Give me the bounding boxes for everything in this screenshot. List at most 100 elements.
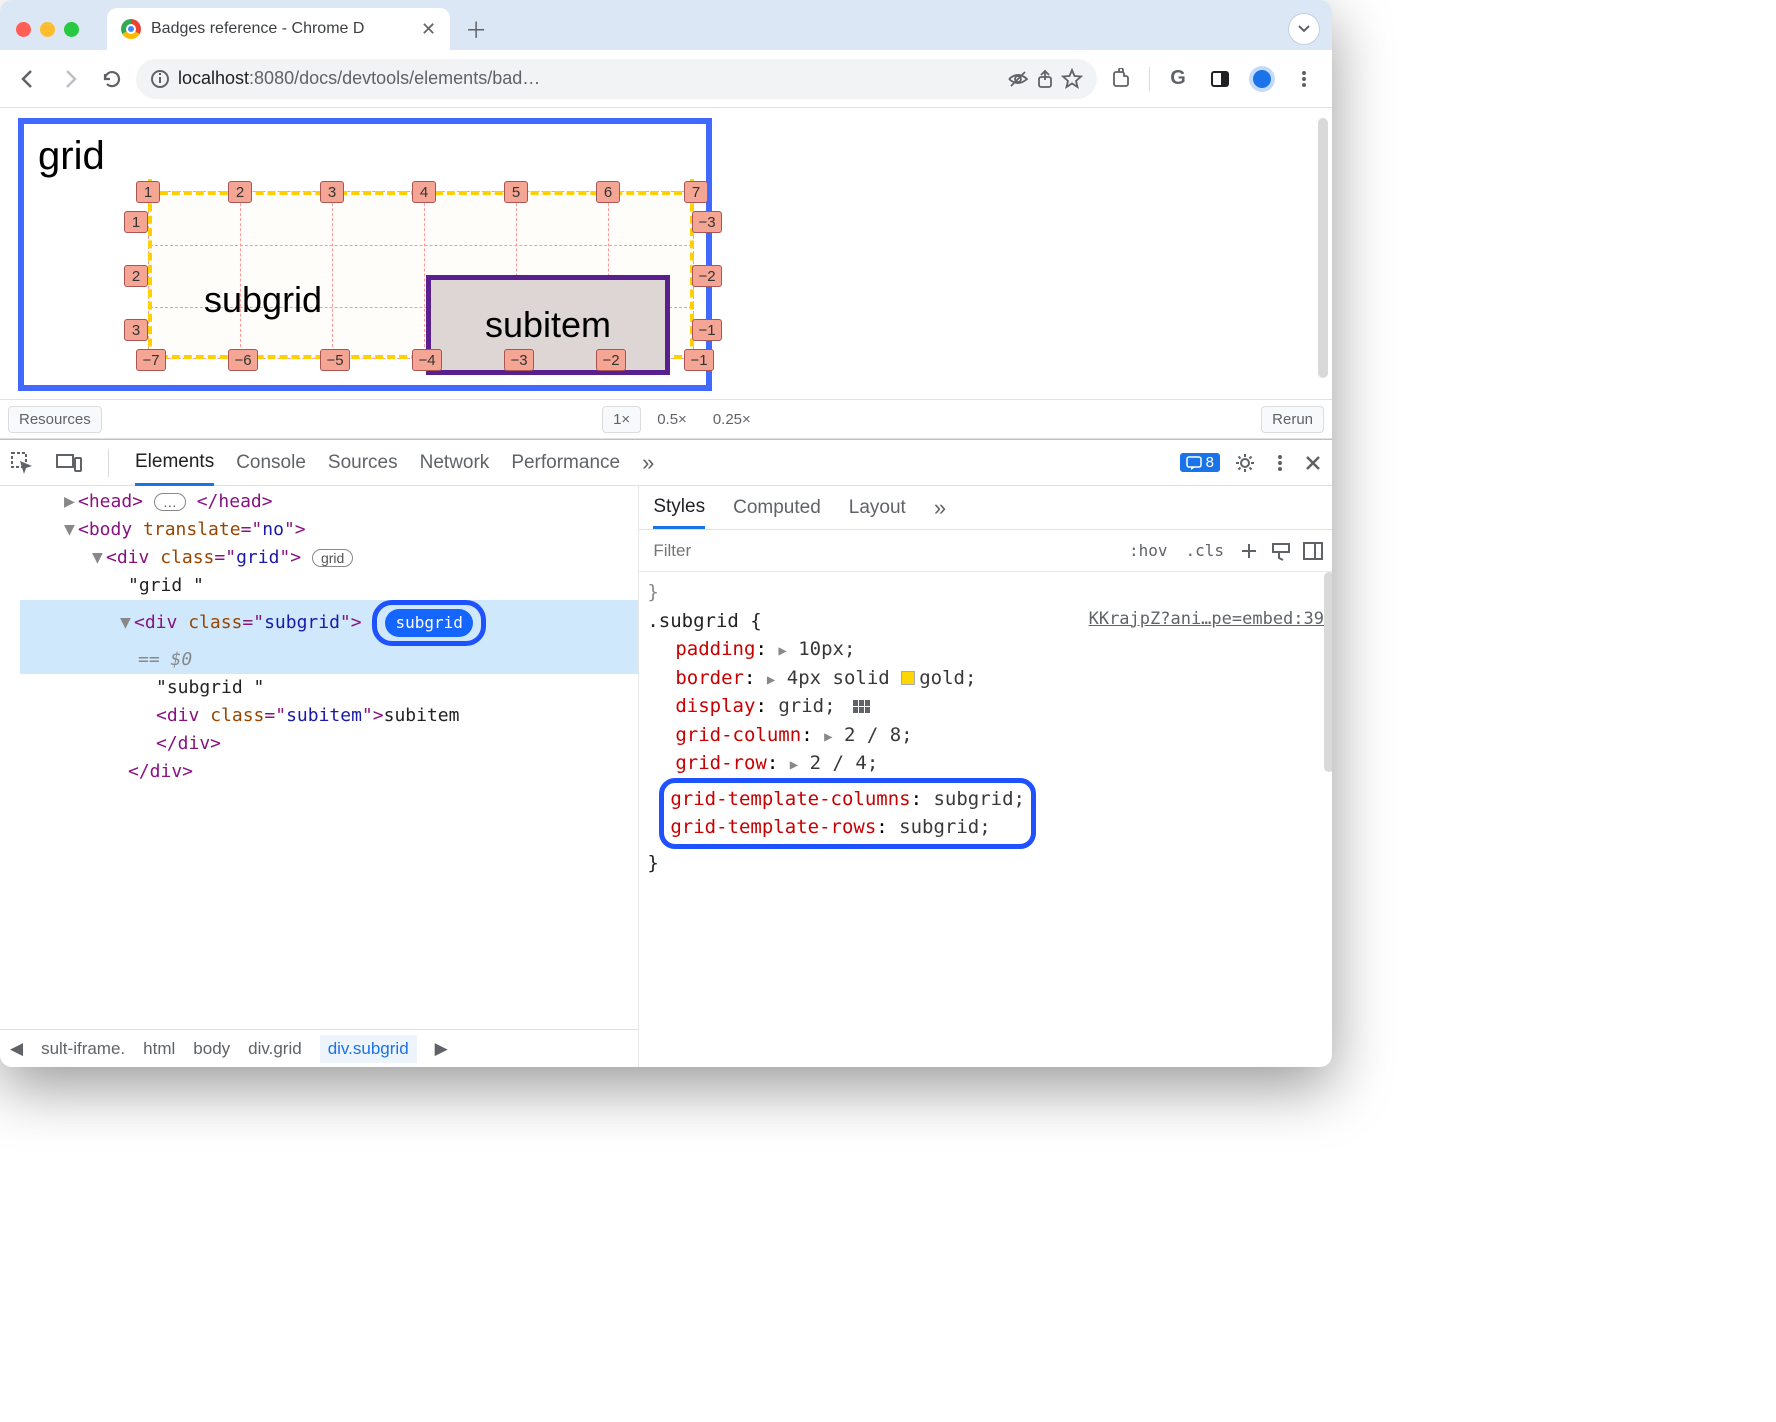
gridline-num: −3 [692,211,722,233]
gridline-num: 1 [136,181,160,203]
gridline-num: 2 [228,181,252,203]
tab-elements[interactable]: Elements [135,451,214,486]
gridline-num: −3 [504,349,534,371]
tab-computed[interactable]: Computed [733,497,821,519]
gridline-num: 3 [124,319,148,341]
tab-console[interactable]: Console [236,452,306,474]
crumb-item[interactable]: html [143,1039,175,1059]
maximize-window[interactable] [64,22,79,37]
extensions-button[interactable] [1103,61,1139,97]
crumb-next[interactable]: ▶ [435,1039,448,1059]
rerun-button[interactable]: Rerun [1261,406,1324,433]
tab-sources[interactable]: Sources [328,452,398,474]
reload-button[interactable] [94,61,130,97]
info-icon [150,69,170,89]
close-window[interactable] [16,22,31,37]
resources-button[interactable]: Resources [8,406,102,433]
css-rule[interactable]: } .subgrid {KKrajpZ?ani…pe=embed:39 padd… [639,572,1332,885]
more-tabs-icon[interactable]: » [642,450,654,476]
preview-controls: Resources 1× 0.5× 0.25× Rerun [0,399,1332,439]
new-style-rule-icon[interactable] [1238,540,1260,562]
gridline-num: 4 [412,181,436,203]
url-text: localhost:8080/docs/devtools/elements/ba… [178,68,540,89]
chrome-icon [121,19,141,39]
settings-icon[interactable] [1234,452,1256,474]
toolbar-divider [1149,67,1150,91]
zoom-025x[interactable]: 0.25× [703,407,761,432]
page-viewport: grid 1 [0,108,1332,399]
page-scrollbar[interactable] [1318,118,1328,378]
devtools-menu-icon[interactable] [1270,453,1290,473]
gridline-num: 7 [684,181,708,203]
crumb-item[interactable]: div.grid [248,1039,302,1059]
new-tab-button[interactable]: ＋ [458,11,494,47]
source-link[interactable]: KKrajpZ?ani…pe=embed:39 [1089,607,1324,633]
tab-search-button[interactable] [1288,13,1320,45]
hov-toggle[interactable]: :hov [1125,539,1172,562]
grid-container-visual: grid 1 [18,118,712,391]
styles-scrollbar[interactable] [1324,572,1332,772]
devtools: Elements Console Sources Network Perform… [0,439,1332,1067]
gridline-num: −2 [596,349,626,371]
subgrid-badge[interactable]: subgrid [385,609,472,638]
share-icon[interactable] [1035,69,1055,89]
gridline-num: 3 [320,181,344,203]
gridline-num: −5 [320,349,350,371]
gridline-num: −2 [692,265,722,287]
crumb-item-active[interactable]: div.subgrid [320,1035,417,1063]
zoom-05x[interactable]: 0.5× [647,407,697,432]
window-controls [16,22,79,37]
grid-editor-icon[interactable] [853,700,871,714]
close-tab-icon[interactable]: ✕ [421,19,436,40]
grid-badge[interactable]: grid [312,549,353,567]
breadcrumb: ◀ sult-iframe. html body div.grid div.su… [0,1029,638,1067]
subitem-label: subitem [485,304,611,346]
browser-menu-button[interactable] [1286,61,1322,97]
cls-toggle[interactable]: .cls [1181,539,1228,562]
forward-button[interactable] [52,61,88,97]
more-styles-tabs[interactable]: » [934,495,946,521]
tab-strip: Badges reference - Chrome D ✕ ＋ [0,0,1332,50]
chevron-down-icon [1297,22,1311,36]
gridline-num: −4 [412,349,442,371]
eye-off-icon[interactable] [1007,68,1029,90]
chat-icon [1186,456,1202,470]
gridline-num: 5 [504,181,528,203]
gridline-num: −1 [692,319,722,341]
inspect-icon[interactable] [10,451,34,475]
subgrid-badge-callout: subgrid [372,600,485,647]
grid-label: grid [38,134,692,179]
subitem-box: subitem [426,275,670,375]
crumb-item[interactable]: body [193,1039,230,1059]
zoom-1x[interactable]: 1× [602,406,641,433]
styles-panel: Styles Computed Layout » :hov .cls [639,486,1332,1067]
tab-styles[interactable]: Styles [653,496,705,529]
devtools-tabs: Elements Console Sources Network Perform… [0,440,1332,486]
star-icon[interactable] [1061,68,1083,90]
styles-filter-input[interactable] [647,541,1115,561]
crumb-prev[interactable]: ◀ [10,1039,23,1059]
close-devtools-icon[interactable] [1304,454,1322,472]
format-icon[interactable] [1270,540,1292,562]
computed-panel-icon[interactable] [1302,540,1324,562]
subgrid-props-callout: grid-template-columns: subgrid; grid-tem… [659,778,1036,849]
device-toggle-icon[interactable] [56,453,82,473]
minimize-window[interactable] [40,22,55,37]
address-bar[interactable]: localhost:8080/docs/devtools/elements/ba… [136,59,1097,99]
issues-badge[interactable]: 8 [1180,453,1220,472]
back-button[interactable] [10,61,46,97]
tab-layout[interactable]: Layout [849,497,906,519]
gridline-num: 2 [124,265,148,287]
tab-network[interactable]: Network [420,452,490,474]
subgrid-label: subgrid [204,279,322,321]
browser-tab[interactable]: Badges reference - Chrome D ✕ [107,8,450,50]
color-swatch[interactable] [901,671,915,685]
browser-toolbar: localhost:8080/docs/devtools/elements/ba… [0,50,1332,108]
crumb-item[interactable]: sult-iframe. [41,1039,125,1059]
profile-button[interactable] [1244,61,1280,97]
tab-title: Badges reference - Chrome D [151,20,411,38]
tab-performance[interactable]: Performance [511,452,620,474]
dom-tree[interactable]: ▶<head> … </head> ▼<body translate="no">… [0,486,639,1067]
side-panel-button[interactable] [1202,61,1238,97]
google-account-shortcut[interactable]: G [1160,61,1196,97]
